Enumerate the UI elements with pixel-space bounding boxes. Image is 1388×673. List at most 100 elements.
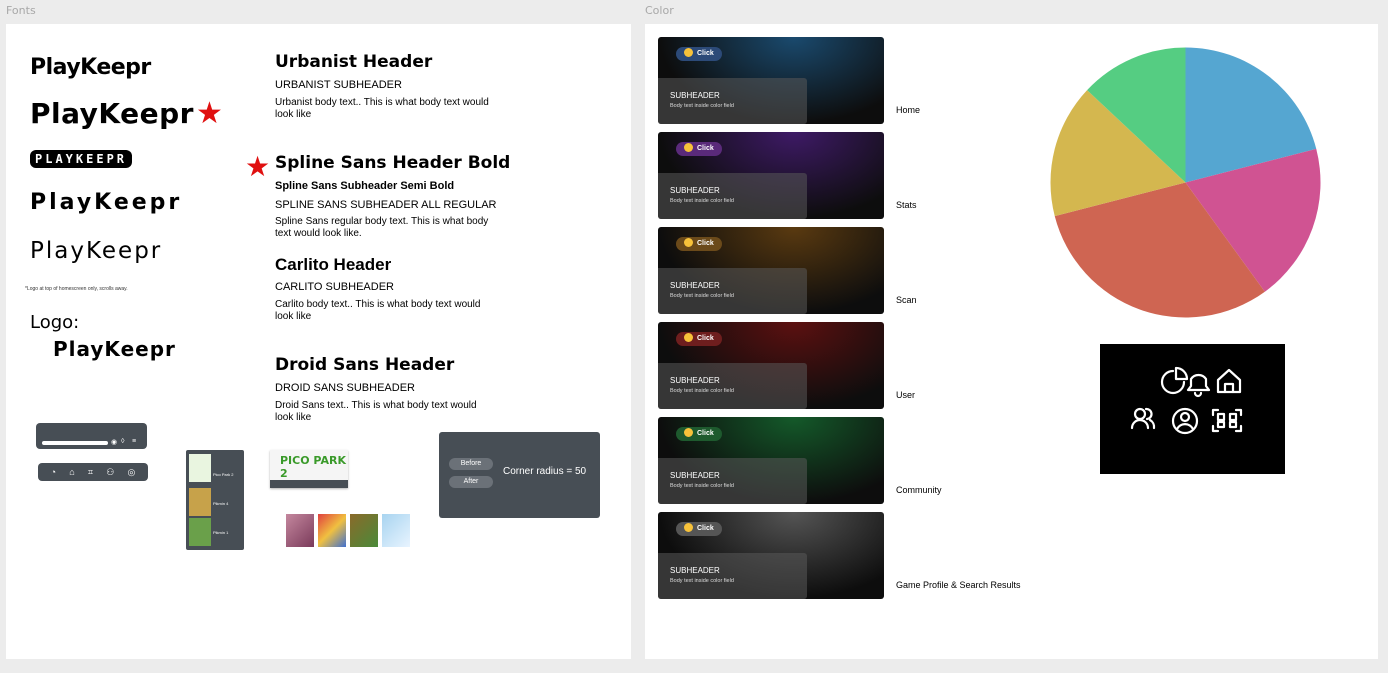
card-subheader: SUBHEADER: [670, 376, 720, 385]
urbanist-subheader: URBANIST SUBHEADER: [275, 79, 402, 91]
droid-header: Droid Sans Header: [275, 355, 455, 375]
color-card-label: Stats: [896, 200, 917, 210]
droid-subheader: DROID SANS SUBHEADER: [275, 382, 415, 394]
card-body-text: Body text inside color field: [670, 388, 734, 394]
color-card-label: Community: [896, 485, 942, 495]
banner-strip: [270, 480, 348, 488]
emoji-icon: [684, 142, 693, 152]
color-frame-label[interactable]: Color: [645, 4, 674, 17]
nav-icons-panel: [1100, 344, 1285, 474]
game-thumbnail: [382, 514, 410, 547]
color-field: SUBHEADER Body text inside color field: [658, 363, 807, 409]
card-subheader: SUBHEADER: [670, 281, 720, 290]
pico-title: PICO PARK 2: [280, 454, 346, 480]
corner-radius-demo: Before After Corner radius = 50: [439, 432, 600, 518]
click-button[interactable]: Click: [676, 47, 722, 61]
bell-icon: ◊: [121, 438, 125, 445]
after-pill[interactable]: After: [449, 476, 493, 488]
spline-header: Spline Sans Header Bold: [275, 153, 511, 173]
spline-subheader: SPLINE SANS SUBHEADER ALL REGULAR: [275, 199, 497, 211]
menu-icon: ≡: [132, 438, 137, 445]
color-card: Click SUBHEADER Body text inside color fie…: [658, 417, 884, 504]
color-card-label: Game Profile & Search Results: [896, 580, 1021, 590]
emoji-icon: [684, 237, 693, 247]
game-thumb: [189, 454, 211, 482]
color-field: SUBHEADER Body text inside color field: [658, 268, 807, 314]
color-field: SUBHEADER Body text inside color field: [658, 173, 807, 219]
urbanist-body: Urbanist body text.. This is what body t…: [275, 97, 489, 120]
game-thumbnail: [350, 514, 378, 547]
logo-variant-5: PlayKeepr: [30, 238, 163, 264]
click-button[interactable]: Click: [676, 237, 722, 251]
before-pill[interactable]: Before: [449, 458, 493, 470]
click-button[interactable]: Click: [676, 427, 722, 441]
color-field: SUBHEADER Body text inside color field: [658, 78, 807, 124]
logo-label: Logo:: [30, 312, 80, 333]
carlito-header: Carlito Header: [275, 255, 392, 274]
card-body-text: Body text inside color field: [670, 293, 734, 299]
game-title: Pico Park 2: [213, 472, 234, 477]
click-label: Click: [697, 335, 714, 342]
search-bar-mockup: ◉ ◊ ≡: [36, 423, 147, 449]
click-label: Click: [697, 430, 714, 437]
color-card-label: User: [896, 390, 916, 400]
users-icon: [1130, 407, 1156, 430]
click-button[interactable]: Click: [676, 522, 722, 536]
carlito-subheader: CARLITO SUBHEADER: [275, 281, 394, 293]
card-subheader: SUBHEADER: [670, 91, 720, 100]
color-card: Click SUBHEADER Body text inside color fie…: [658, 37, 884, 124]
color-card-label: Home: [896, 105, 921, 115]
emoji-icon: [684, 47, 693, 57]
urbanist-header: Urbanist Header: [275, 52, 433, 72]
pie-chart-icon: ◔: [50, 467, 57, 477]
color-field: SUBHEADER Body text inside color field: [658, 553, 807, 599]
scan-icon: ⌗: [87, 466, 93, 477]
fonts-frame-label[interactable]: Fonts: [6, 4, 36, 17]
click-label: Click: [697, 240, 714, 247]
card-body-text: Body text inside color field: [670, 198, 734, 204]
color-card: Click SUBHEADER Body text inside color fie…: [658, 132, 884, 219]
click-label: Click: [697, 50, 714, 57]
logo-variant-1: PlayKeepr: [30, 55, 151, 80]
logo-note: *Logo at top of homescreen only, scrolls…: [25, 286, 128, 292]
pie-chart-icon: [1160, 366, 1189, 395]
search-track: [42, 441, 108, 445]
emoji-icon: [684, 427, 693, 437]
card-subheader: SUBHEADER: [670, 186, 720, 195]
star-icon: ★: [245, 151, 271, 182]
pie-chart: [1050, 47, 1321, 318]
carlito-body: Carlito body text.. This is what body te…: [275, 299, 481, 322]
click-button[interactable]: Click: [676, 332, 722, 346]
game-list-mockup: Pico Park 2 Pikmin 4 Pikmin 1: [186, 450, 244, 550]
logo-final: PlayKeepr: [53, 337, 176, 361]
droid-body: Droid Sans text.. This is what body text…: [275, 400, 477, 423]
game-title: Pikmin 4: [213, 501, 229, 506]
user-circle-icon: ◎: [127, 466, 136, 477]
home-icon: ⌂: [69, 467, 75, 477]
logo-variant-2: PlayKeepr★: [30, 96, 223, 131]
game-thumb: [189, 518, 211, 546]
nav-bar-mockup: ◔ ⌂ ⌗ ⚇ ◎: [38, 463, 148, 481]
game-thumbnail: [286, 514, 314, 547]
click-label: Click: [697, 525, 714, 532]
scan-icon: [1211, 408, 1243, 433]
game-thumbnail: [318, 514, 346, 547]
star-icon: ★: [195, 96, 224, 131]
spline-body: Spline Sans regular body text. This is w…: [275, 216, 489, 239]
bell-icon: [1186, 373, 1211, 398]
logo-variant-4: PlayKeepr: [30, 190, 183, 215]
user-circle-icon: [1171, 407, 1199, 435]
color-card: Click SUBHEADER Body text inside color fie…: [658, 322, 884, 409]
search-icon: ◉: [111, 439, 118, 446]
click-label: Click: [697, 145, 714, 152]
spline-semibold: Spline Sans Subheader Semi Bold: [275, 180, 455, 192]
card-body-text: Body text inside color field: [670, 483, 734, 489]
card-body-text: Body text inside color field: [670, 103, 734, 109]
corner-radius-label: Corner radius = 50: [503, 466, 587, 477]
home-icon: [1216, 368, 1242, 394]
card-subheader: SUBHEADER: [670, 471, 720, 480]
color-card: Click SUBHEADER Body text inside color fie…: [658, 512, 884, 599]
game-thumb: [189, 488, 211, 516]
click-button[interactable]: Click: [676, 142, 722, 156]
logo-variant-2-text: PlayKeepr: [30, 97, 194, 130]
